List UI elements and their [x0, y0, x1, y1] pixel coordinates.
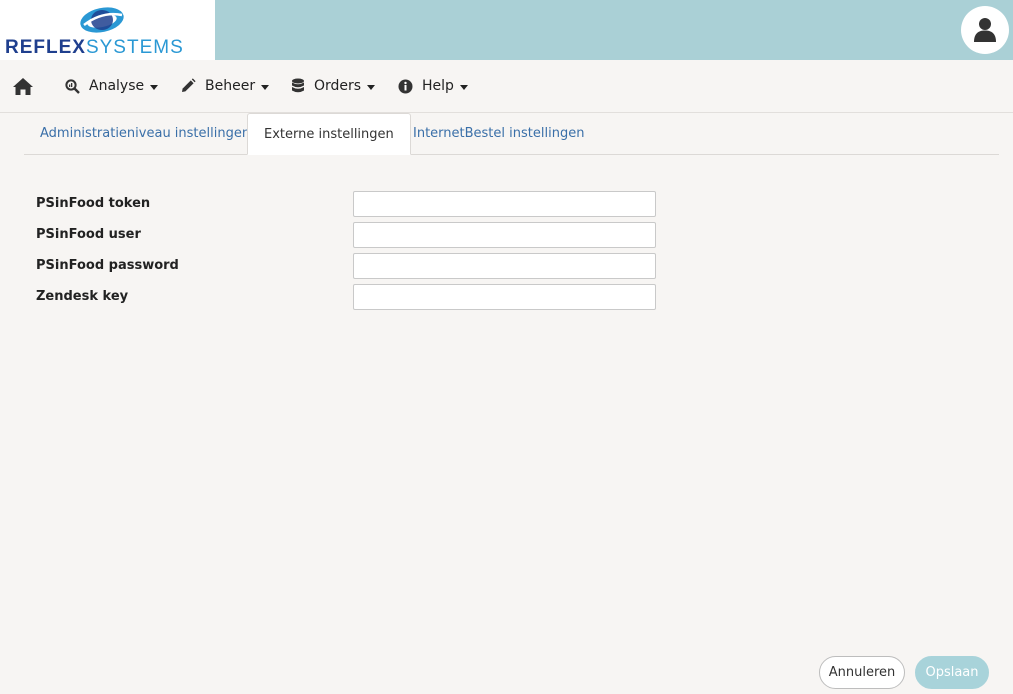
zendesk-key-label: Zendesk key [36, 289, 129, 304]
logo-brand-light: SYSTEMS [85, 37, 184, 58]
user-menu-button[interactable] [961, 6, 1009, 54]
database-icon [292, 78, 304, 93]
nav-item-orders[interactable]: Orders [291, 76, 376, 96]
psinfood-token-input[interactable] [353, 191, 656, 217]
psinfood-password-label: PSinFood password [36, 258, 179, 273]
settings-tabs: Administratieniveau instellingen Externe… [24, 113, 999, 155]
info-icon [398, 79, 413, 93]
nav-label-help: Help [422, 78, 454, 94]
home-button[interactable] [12, 77, 34, 100]
nav-label-orders: Orders [314, 78, 362, 94]
chevron-down-icon [261, 84, 270, 90]
save-button[interactable]: Opslaan [915, 656, 989, 689]
tab-administratieniveau[interactable]: Administratieniveau instellingen [24, 113, 266, 154]
nav-label-analyse: Analyse [89, 78, 145, 94]
logo-swirl-icon [80, 7, 124, 33]
pencil-icon [182, 78, 196, 92]
psinfood-user-label: PSinFood user [36, 227, 141, 242]
chevron-down-icon [459, 84, 468, 90]
tab-externe-instellingen[interactable]: Externe instellingen [247, 113, 411, 155]
logo-brand-bold: REFLEX [5, 37, 86, 58]
nav-label-beheer: Beheer [205, 78, 256, 94]
chevron-down-icon [150, 84, 159, 90]
chevron-down-icon [367, 84, 376, 90]
psinfood-password-input[interactable] [353, 253, 656, 279]
logo[interactable]: REFLEXSYSTEMS [0, 0, 215, 60]
top-header: REFLEXSYSTEMS [0, 0, 1013, 60]
magnifier-chart-icon [65, 78, 80, 94]
home-icon [13, 78, 33, 95]
cancel-button[interactable]: Annuleren [819, 656, 905, 689]
psinfood-token-label: PSinFood token [36, 196, 151, 211]
tab-internetbestel[interactable]: InternetBestel instellingen [397, 113, 600, 154]
nav-item-help[interactable]: Help [398, 76, 468, 96]
psinfood-user-input[interactable] [353, 222, 656, 248]
nav-item-analyse[interactable]: Analyse [65, 76, 159, 96]
logo-text: REFLEXSYSTEMS [5, 38, 184, 58]
nav-item-beheer[interactable]: Beheer [180, 76, 270, 96]
zendesk-key-input[interactable] [353, 284, 656, 310]
main-navbar: Analyse Beheer Orders Help [0, 60, 1013, 113]
user-icon [974, 18, 996, 42]
